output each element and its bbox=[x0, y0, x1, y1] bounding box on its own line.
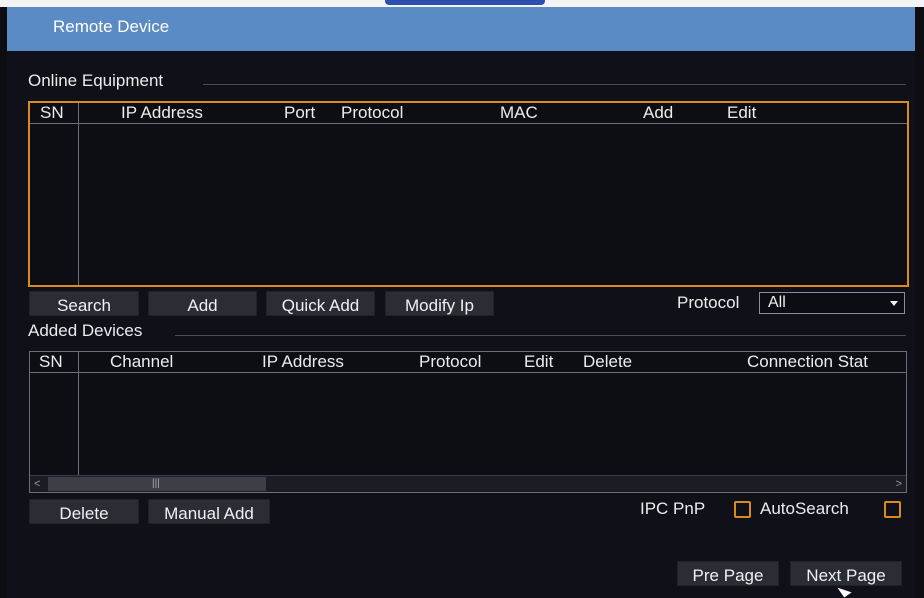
online-equipment-table[interactable]: SN IP Address Port Protocol MAC Add Edit bbox=[28, 101, 909, 287]
scroll-right-arrow-icon[interactable]: > bbox=[896, 476, 902, 492]
added-devices-label: Added Devices bbox=[28, 321, 143, 340]
quick-add-button[interactable]: Quick Add bbox=[266, 291, 375, 316]
horizontal-scrollbar[interactable]: < ||| > bbox=[30, 475, 906, 492]
search-button[interactable]: Search bbox=[29, 291, 139, 316]
col-channel[interactable]: Channel bbox=[110, 352, 173, 372]
online-table-header: SN IP Address Port Protocol MAC Add Edit bbox=[30, 103, 907, 124]
col-sn[interactable]: SN bbox=[39, 352, 63, 372]
sn-column-divider bbox=[78, 352, 79, 475]
col-edit[interactable]: Edit bbox=[727, 103, 756, 123]
scroll-left-arrow-icon[interactable]: < bbox=[34, 476, 40, 492]
remote-device-window: Remote Device Online Equipment SN IP Add… bbox=[7, 7, 915, 598]
chevron-down-icon bbox=[890, 301, 898, 306]
manual-add-button[interactable]: Manual Add bbox=[148, 499, 270, 524]
prev-page-button[interactable]: Pre Page bbox=[677, 561, 779, 586]
sn-column-divider bbox=[78, 103, 79, 285]
added-table-header: SN Channel IP Address Protocol Edit Dele… bbox=[30, 352, 906, 373]
brand-logo-fragment bbox=[385, 0, 545, 5]
col-add[interactable]: Add bbox=[643, 103, 673, 123]
col-ip-address[interactable]: IP Address bbox=[121, 103, 203, 123]
ipc-pnp-label: IPC PnP bbox=[640, 499, 706, 518]
grip-icon: ||| bbox=[152, 478, 160, 489]
online-section-divider bbox=[203, 84, 906, 85]
col-delete[interactable]: Delete bbox=[583, 352, 632, 372]
online-equipment-label: Online Equipment bbox=[28, 71, 164, 90]
col-sn[interactable]: SN bbox=[40, 103, 64, 123]
col-edit[interactable]: Edit bbox=[524, 352, 553, 372]
col-ip-address[interactable]: IP Address bbox=[262, 352, 344, 372]
col-protocol[interactable]: Protocol bbox=[419, 352, 481, 372]
col-protocol[interactable]: Protocol bbox=[341, 103, 403, 123]
ipc-pnp-checkbox[interactable] bbox=[734, 501, 751, 518]
add-button[interactable]: Add bbox=[148, 291, 257, 316]
col-port[interactable]: Port bbox=[284, 103, 315, 123]
title-bar: Remote Device bbox=[7, 7, 915, 51]
protocol-select[interactable]: All bbox=[759, 292, 905, 314]
col-connection-status[interactable]: Connection Stat bbox=[747, 352, 904, 372]
top-strip bbox=[0, 0, 924, 7]
col-mac[interactable]: MAC bbox=[500, 103, 538, 123]
added-devices-table[interactable]: SN Channel IP Address Protocol Edit Dele… bbox=[29, 351, 907, 493]
auto-search-checkbox[interactable] bbox=[884, 501, 901, 518]
added-section-divider bbox=[175, 335, 906, 336]
delete-button[interactable]: Delete bbox=[29, 499, 139, 524]
protocol-select-value: All bbox=[768, 294, 786, 311]
protocol-filter-label: Protocol bbox=[677, 293, 740, 312]
window-title: Remote Device bbox=[53, 17, 170, 36]
next-page-button[interactable]: Next Page bbox=[790, 561, 902, 586]
modify-ip-button[interactable]: Modify Ip bbox=[385, 291, 494, 316]
scrollbar-thumb[interactable]: ||| bbox=[48, 477, 266, 491]
auto-search-label: AutoSearch bbox=[760, 499, 849, 518]
